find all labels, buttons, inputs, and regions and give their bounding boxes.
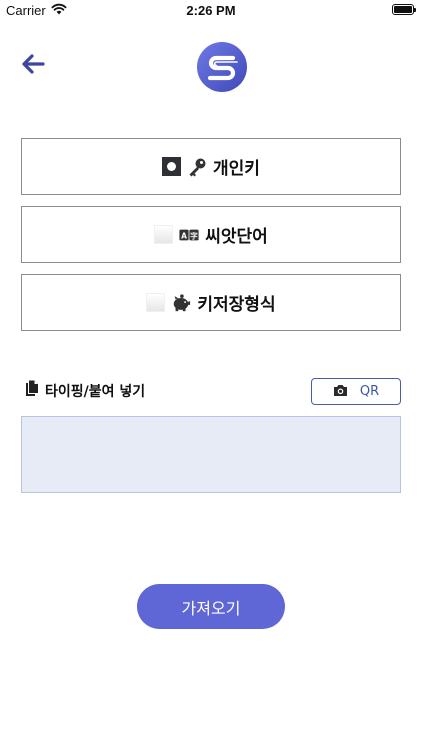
status-bar: Carrier 2:26 PM [0, 0, 422, 22]
input-label-text: 타이핑/붙여 넣기 [45, 383, 146, 400]
qr-button-label: QR [359, 384, 380, 399]
arrow-left-icon [21, 53, 45, 79]
option-label: 키저장형식 [197, 295, 276, 315]
translate-icon: A 字 [179, 225, 199, 245]
battery-level [394, 6, 412, 13]
camera-icon [333, 382, 348, 401]
svg-text:字: 字 [190, 230, 198, 240]
key-text-input[interactable] [21, 416, 401, 493]
back-button[interactable] [18, 52, 48, 80]
svg-text:A: A [181, 231, 187, 240]
input-section-label: 타이핑/붙여 넣기 [25, 380, 145, 401]
option-radio-selected[interactable] [162, 157, 182, 176]
option-radio-unselected[interactable] [154, 225, 174, 244]
option-label: 씨앗단어 [205, 227, 268, 247]
app-logo-icon [196, 41, 248, 93]
import-button[interactable]: 가져오기 [137, 584, 285, 629]
copy-icon [25, 380, 39, 401]
option-label: 개인키 [213, 159, 260, 179]
option-seed-words[interactable]: A 字 씨앗단어 [21, 206, 401, 263]
option-private-key[interactable]: 개인키 [21, 138, 401, 195]
option-radio-unselected[interactable] [146, 293, 166, 312]
option-keystore[interactable]: 키저장형식 [21, 274, 401, 331]
key-icon [187, 157, 207, 177]
qr-scan-button[interactable]: QR [311, 378, 401, 405]
status-time: 2:26 PM [186, 3, 236, 18]
piggy-bank-icon [171, 293, 191, 313]
battery-icon [392, 4, 416, 15]
